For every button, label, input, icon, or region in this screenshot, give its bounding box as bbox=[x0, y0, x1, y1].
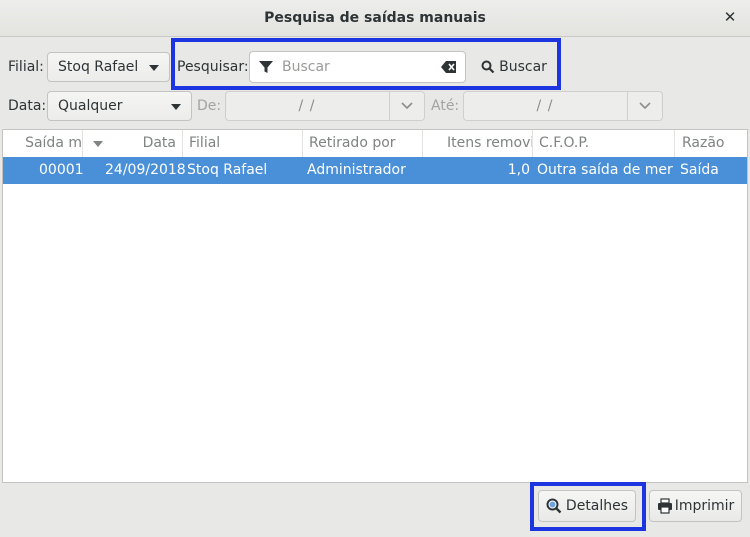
chevron-down-icon bbox=[149, 65, 159, 71]
ate-date-value: / / bbox=[536, 98, 554, 114]
cell-retirado-por: Administrador bbox=[307, 162, 406, 178]
data-value: Qualquer bbox=[58, 98, 123, 114]
search-manual-exits-window: Pesquisa de saídas manuais ✕ Filial: Sto… bbox=[0, 0, 750, 537]
close-icon[interactable]: ✕ bbox=[722, 9, 738, 25]
search-input[interactable] bbox=[282, 58, 432, 76]
imprimir-button[interactable]: Imprimir bbox=[649, 490, 742, 522]
cell-cfop: Outra saída de mer... bbox=[537, 162, 673, 178]
column-header-filial[interactable]: Filial bbox=[183, 130, 303, 157]
de-date-dropdown[interactable] bbox=[389, 92, 424, 120]
data-combo[interactable]: Qualquer bbox=[47, 91, 192, 121]
pesquisar-label: Pesquisar: bbox=[177, 59, 249, 75]
buscar-button-label: Buscar bbox=[499, 59, 547, 75]
column-header-cfop[interactable]: C.F.O.P. bbox=[533, 130, 675, 157]
ate-label: Até: bbox=[431, 98, 460, 114]
search-field[interactable] bbox=[249, 51, 466, 83]
results-table[interactable]: Saída m Data Filial Retirado por Itens r… bbox=[2, 129, 748, 483]
column-header-retirado-por[interactable]: Retirado por bbox=[303, 130, 423, 157]
titlebar: Pesquisa de saídas manuais ✕ bbox=[0, 0, 750, 37]
filter-icon[interactable] bbox=[258, 59, 274, 75]
filial-combo[interactable]: Stoq Rafael bbox=[47, 52, 170, 82]
search-icon bbox=[481, 60, 495, 74]
cell-itens: 1,0 bbox=[507, 162, 530, 178]
detalhes-button[interactable]: Detalhes bbox=[538, 490, 636, 522]
filial-value: Stoq Rafael bbox=[58, 59, 139, 75]
clear-icon[interactable] bbox=[441, 60, 457, 74]
chevron-down-icon bbox=[401, 102, 413, 110]
cell-numero: 00001 bbox=[39, 162, 84, 178]
chevron-down-icon bbox=[639, 102, 651, 110]
table-row[interactable]: 00001 24/09/2018 Stoq Rafael Administrad… bbox=[3, 157, 747, 184]
magnifier-icon bbox=[546, 498, 562, 514]
column-header-data[interactable]: Data bbox=[83, 130, 183, 157]
column-header-saida[interactable]: Saída m bbox=[3, 130, 83, 157]
filial-label: Filial: bbox=[8, 59, 44, 75]
cell-razao: Saída bbox=[680, 162, 719, 178]
de-date-field[interactable]: / / bbox=[225, 91, 425, 121]
detalhes-button-label: Detalhes bbox=[565, 498, 629, 514]
column-header-razao[interactable]: Razão bbox=[675, 130, 747, 157]
cell-data: 24/09/2018 bbox=[105, 162, 186, 178]
window-title: Pesquisa de saídas manuais bbox=[264, 10, 486, 26]
column-header-itens-removidos[interactable]: Itens removid bbox=[423, 130, 533, 157]
ate-date-field[interactable]: / / bbox=[463, 91, 663, 121]
chevron-down-icon bbox=[171, 104, 181, 110]
printer-icon bbox=[657, 498, 673, 514]
de-date-value: / / bbox=[298, 98, 316, 114]
cell-filial: Stoq Rafael bbox=[187, 162, 268, 178]
table-header: Saída m Data Filial Retirado por Itens r… bbox=[3, 130, 747, 158]
de-label: De: bbox=[197, 98, 222, 114]
sort-descending-icon bbox=[93, 141, 103, 147]
ate-date-dropdown[interactable] bbox=[627, 92, 662, 120]
buscar-button[interactable]: Buscar bbox=[476, 52, 552, 82]
imprimir-button-label: Imprimir bbox=[674, 498, 735, 514]
data-label: Data: bbox=[8, 98, 47, 114]
